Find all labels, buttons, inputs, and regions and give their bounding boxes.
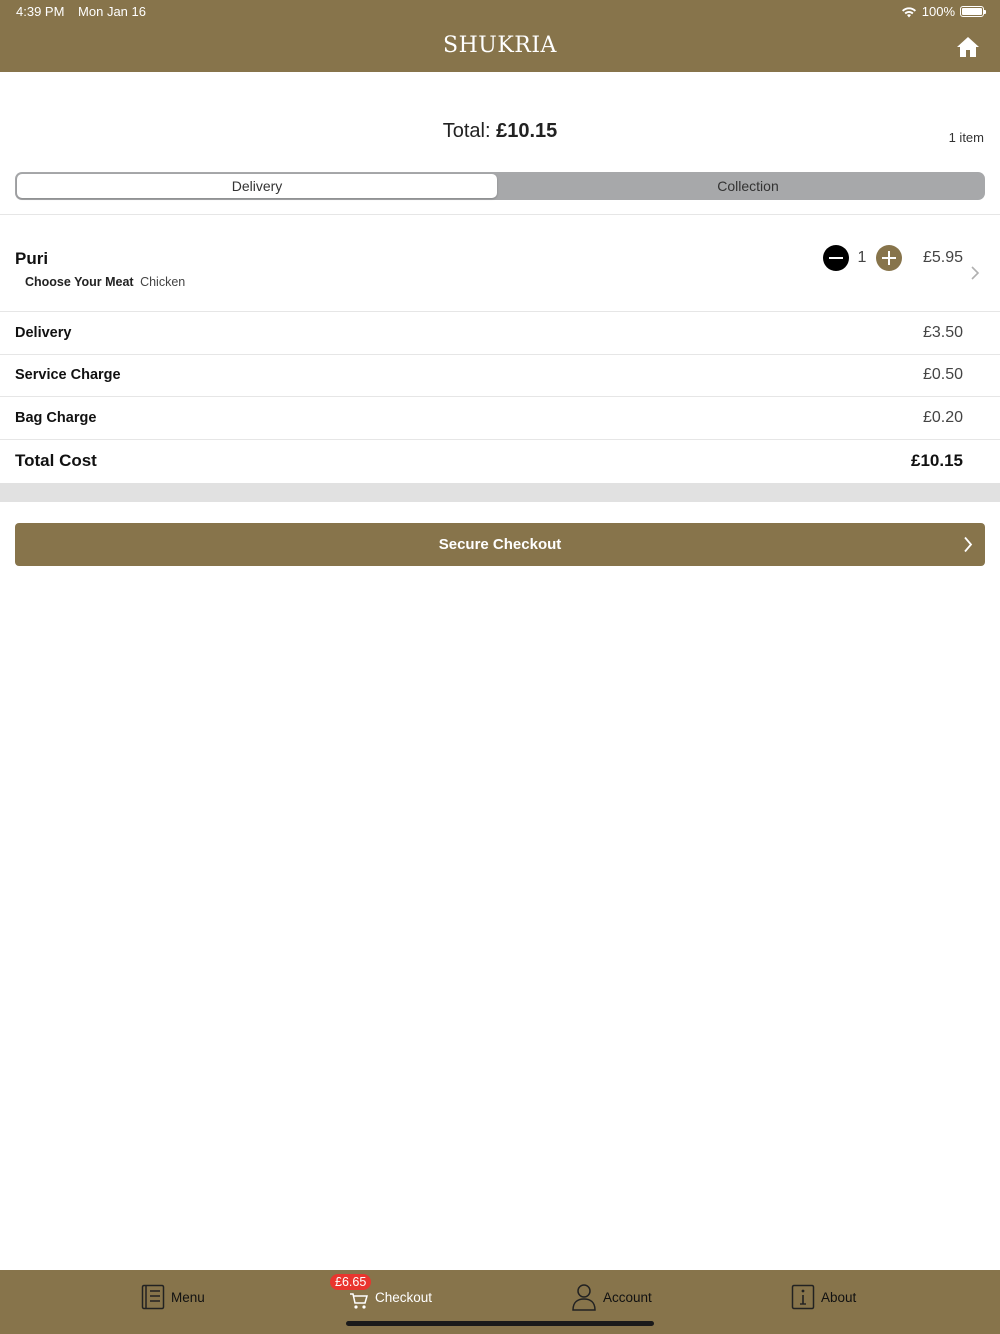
brand-logo: SHUKRIA xyxy=(443,33,557,58)
charge-value: £0.20 xyxy=(922,409,963,426)
status-time: 4:39 PM xyxy=(16,4,65,19)
decrease-quantity-button[interactable] xyxy=(823,245,849,271)
tab-about-label: About xyxy=(821,1289,857,1305)
tab-menu[interactable]: Menu xyxy=(141,1282,205,1312)
section-separator xyxy=(0,483,1000,502)
tab-checkout-label: Checkout xyxy=(375,1289,433,1305)
total-label: Total: xyxy=(442,120,491,142)
divider xyxy=(0,439,1000,440)
divider xyxy=(0,311,1000,312)
battery-icon xyxy=(960,6,986,17)
cart-icon xyxy=(350,1293,368,1309)
order-total-summary: Total: £10.15 xyxy=(0,120,1000,143)
wifi-icon xyxy=(901,6,916,17)
tab-account[interactable]: Account xyxy=(571,1282,652,1312)
divider xyxy=(0,396,1000,397)
charge-label: Service Charge xyxy=(15,367,121,383)
menu-book-icon xyxy=(141,1284,165,1310)
divider xyxy=(0,214,1000,215)
order-type-segmented-control: Delivery Collection xyxy=(15,172,985,200)
cart-total-badge: £6.65 xyxy=(330,1274,372,1290)
total-cost-label: Total Cost xyxy=(15,451,97,470)
chevron-right-icon xyxy=(964,536,973,553)
home-icon[interactable] xyxy=(956,36,980,58)
status-bar-right: 100% xyxy=(901,4,986,19)
info-icon xyxy=(791,1284,815,1310)
tab-about[interactable]: About xyxy=(791,1282,856,1312)
chevron-right-icon[interactable] xyxy=(970,266,980,280)
item-count: 1 item xyxy=(948,130,984,145)
charge-value: £0.50 xyxy=(922,366,963,383)
item-quantity: 1 xyxy=(857,249,867,266)
home-indicator xyxy=(346,1321,654,1326)
segment-delivery[interactable]: Delivery xyxy=(17,174,497,198)
tab-menu-label: Menu xyxy=(171,1289,205,1305)
charge-label: Bag Charge xyxy=(15,410,97,426)
segment-collection[interactable]: Collection xyxy=(513,172,983,200)
status-date: Mon Jan 16 xyxy=(78,4,146,19)
person-icon xyxy=(572,1284,596,1311)
charge-value: £3.50 xyxy=(922,324,963,341)
divider xyxy=(0,354,1000,355)
status-bar-left: 4:39 PM Mon Jan 16 xyxy=(16,4,156,19)
item-option-value: Chicken xyxy=(140,275,186,289)
item-name: Puri xyxy=(15,249,49,268)
item-price: £5.95 xyxy=(922,249,963,266)
total-cost-value: £10.15 xyxy=(911,451,963,470)
battery-percent: 100% xyxy=(921,4,955,19)
item-option: Choose Your Meat Chicken xyxy=(25,275,185,289)
item-option-label: Choose Your Meat xyxy=(25,275,134,289)
app-header: 4:39 PM Mon Jan 16 100% SHUKRIA xyxy=(0,0,1000,72)
charge-label: Delivery xyxy=(15,325,72,341)
tab-account-label: Account xyxy=(603,1289,652,1305)
increase-quantity-button[interactable] xyxy=(876,245,902,271)
total-amount: £10.15 xyxy=(496,120,558,142)
secure-checkout-button[interactable]: Secure Checkout xyxy=(15,523,985,566)
secure-checkout-label: Secure Checkout xyxy=(438,536,562,553)
